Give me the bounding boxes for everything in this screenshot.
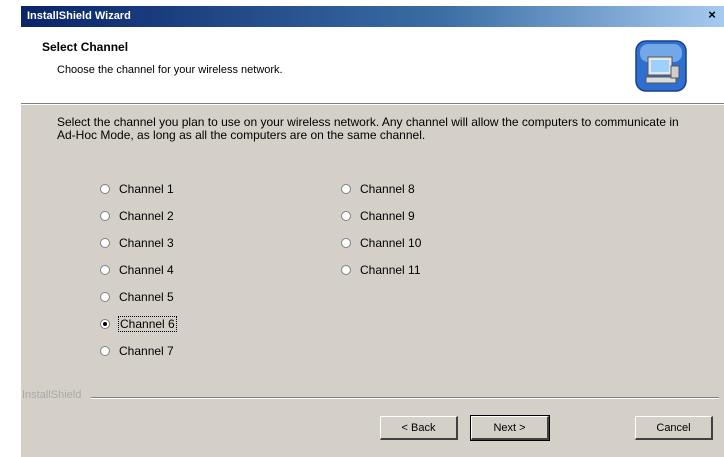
radio-button[interactable] <box>341 211 351 221</box>
next-button[interactable]: Next > <box>470 415 550 441</box>
back-button[interactable]: < Back <box>380 416 458 440</box>
installshield-brand: InstallShield <box>22 389 82 401</box>
radio-channel-2[interactable]: Channel 2 <box>100 209 174 223</box>
radio-button[interactable] <box>341 265 351 275</box>
radio-label: Channel 1 <box>119 182 174 196</box>
radio-button[interactable] <box>100 265 110 275</box>
radio-channel-4[interactable]: Channel 4 <box>100 263 174 277</box>
radio-label: Channel 2 <box>119 209 174 223</box>
radio-button[interactable] <box>100 184 110 194</box>
radio-button[interactable] <box>341 238 351 248</box>
window-title: InstallShield Wizard <box>27 10 131 22</box>
radio-channel-10[interactable]: Channel 10 <box>341 236 421 250</box>
wizard-header: Select Channel Choose the channel for yo… <box>21 27 724 103</box>
radio-label: Channel 6 <box>118 316 177 332</box>
title-bar[interactable]: InstallShield Wizard × <box>21 6 724 27</box>
radio-button[interactable] <box>100 292 110 302</box>
footer-divider <box>91 397 719 399</box>
radio-channel-5[interactable]: Channel 5 <box>100 290 174 304</box>
radio-label: Channel 7 <box>119 344 174 358</box>
radio-channel-6[interactable]: Channel 6 <box>100 316 177 332</box>
radio-label: Channel 4 <box>119 263 174 277</box>
cancel-button[interactable]: Cancel <box>635 416 713 440</box>
radio-label: Channel 3 <box>119 236 174 250</box>
radio-channel-1[interactable]: Channel 1 <box>100 182 174 196</box>
radio-button[interactable] <box>100 238 110 248</box>
radio-button[interactable] <box>341 184 351 194</box>
radio-button[interactable] <box>100 211 110 221</box>
radio-label: Channel 9 <box>360 209 415 223</box>
radio-channel-7[interactable]: Channel 7 <box>100 344 174 358</box>
radio-label: Channel 8 <box>360 182 415 196</box>
instructions-text: Select the channel you plan to use on yo… <box>57 115 679 142</box>
radio-channel-9[interactable]: Channel 9 <box>341 209 415 223</box>
page-subtitle: Choose the channel for your wireless net… <box>57 64 283 76</box>
radio-channel-3[interactable]: Channel 3 <box>100 236 174 250</box>
radio-button-selected[interactable] <box>100 319 110 329</box>
radio-channel-11[interactable]: Channel 11 <box>341 263 421 277</box>
installshield-wizard-window: InstallShield Wizard × Select Channel Ch… <box>21 6 724 457</box>
radio-channel-8[interactable]: Channel 8 <box>341 182 415 196</box>
page-title: Select Channel <box>42 40 129 54</box>
radio-label: Channel 5 <box>119 290 174 304</box>
network-computer-icon <box>635 40 687 92</box>
radio-label: Channel 11 <box>360 263 421 277</box>
radio-label: Channel 10 <box>360 236 422 250</box>
close-icon[interactable]: × <box>704 8 720 22</box>
header-divider <box>21 103 724 105</box>
radio-button[interactable] <box>100 346 110 356</box>
